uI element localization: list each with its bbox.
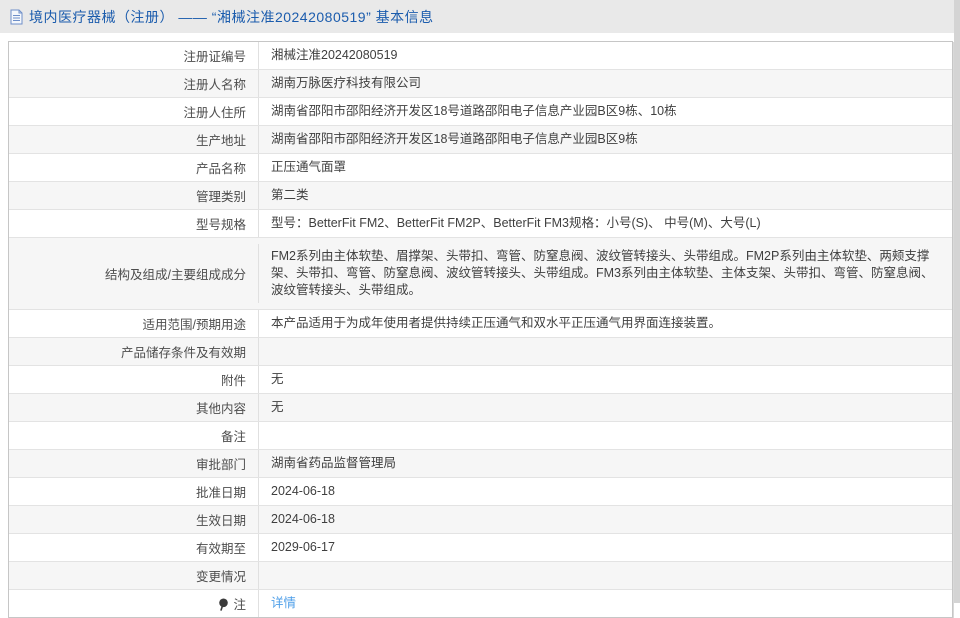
table-row: 有效期至 2029-06-17 — [9, 533, 952, 561]
registration-info-table: 注册证编号 湘械注准20242080519 注册人名称 湖南万脉医疗科技有限公司… — [8, 41, 953, 618]
row-label: 结构及组成/主要组成成分 — [9, 244, 259, 303]
row-value: FM2系列由主体软垫、眉撑架、头带扣、弯管、防窒息阀、波纹管转接头、头带组成。F… — [259, 244, 952, 303]
row-value: 正压通气面罩 — [271, 160, 347, 174]
table-row: 附件 无 — [9, 365, 952, 393]
row-label: 适用范围/预期用途 — [9, 310, 259, 337]
scrollbar-track[interactable] — [954, 0, 960, 603]
table-row-note: 注 详情 — [9, 589, 952, 617]
table-row: 注册人住所 湖南省邵阳市邵阳经济开发区18号道路邵阳电子信息产业园B区9栋、10… — [9, 97, 952, 125]
row-value — [259, 422, 952, 449]
table-row: 备注 — [9, 421, 952, 449]
table-row: 产品名称 正压通气面罩 — [9, 153, 952, 181]
row-label: 生产地址 — [9, 126, 259, 153]
table-row: 其他内容 无 — [9, 393, 952, 421]
row-value: 第二类 — [271, 188, 309, 202]
row-label: 有效期至 — [9, 534, 259, 561]
row-label: 型号规格 — [9, 210, 259, 237]
row-label: 变更情况 — [9, 562, 259, 589]
table-row: 型号规格 型号：BetterFit FM2、BetterFit FM2P、Bet… — [9, 209, 952, 237]
row-value-text: FM2系列由主体软垫、眉撑架、头带扣、弯管、防窒息阀、波纹管转接头、头带组成。F… — [271, 249, 934, 297]
table-row: 批准日期 2024-06-18 — [9, 477, 952, 505]
row-label: 注册人住所 — [9, 98, 259, 125]
table-row: 生产地址 湖南省邵阳市邵阳经济开发区18号道路邵阳电子信息产业园B区9栋 — [9, 125, 952, 153]
row-value: 无 — [271, 400, 284, 414]
row-label: 产品名称 — [9, 154, 259, 181]
row-value — [259, 562, 952, 589]
row-label-text: 注 — [233, 598, 246, 612]
pin-icon — [218, 598, 229, 611]
row-value: 2024-06-18 — [271, 484, 335, 498]
details-link[interactable]: 详情 — [271, 595, 296, 612]
row-value: 湖南省邵阳市邵阳经济开发区18号道路邵阳电子信息产业园B区9栋 — [271, 132, 638, 146]
row-label: 审批部门 — [9, 450, 259, 477]
table-row: 结构及组成/主要组成成分 FM2系列由主体软垫、眉撑架、头带扣、弯管、防窒息阀、… — [9, 237, 952, 309]
row-label: 注册人名称 — [9, 70, 259, 97]
row-value: 湖南省药品监督管理局 — [271, 456, 397, 470]
table-row: 产品储存条件及有效期 — [9, 337, 952, 365]
table-row: 审批部门 湖南省药品监督管理局 — [9, 449, 952, 477]
table-row: 注册人名称 湖南万脉医疗科技有限公司 — [9, 69, 952, 97]
table-row: 变更情况 — [9, 561, 952, 589]
row-value: 湖南省邵阳市邵阳经济开发区18号道路邵阳电子信息产业园B区9栋、10栋 — [271, 104, 677, 118]
row-value: 型号：BetterFit FM2、BetterFit FM2P、BetterFi… — [271, 216, 761, 230]
row-label: 其他内容 — [9, 394, 259, 421]
row-value: 无 — [271, 372, 284, 386]
row-value: 2024-06-18 — [271, 512, 335, 526]
row-label: 注册证编号 — [9, 42, 259, 69]
row-value: 2029-06-17 — [271, 540, 335, 554]
row-value: 本产品适用于为成年使用者提供持续正压通气和双水平正压通气用界面连接装置。 — [271, 316, 722, 330]
row-label: 备注 — [9, 422, 259, 449]
row-value — [259, 338, 952, 365]
table-row: 生效日期 2024-06-18 — [9, 505, 952, 533]
row-label: 注 — [9, 590, 259, 617]
row-label: 批准日期 — [9, 478, 259, 505]
table-row: 管理类别 第二类 — [9, 181, 952, 209]
table-row: 注册证编号 湘械注准20242080519 — [9, 42, 952, 69]
row-value: 详情 — [259, 590, 952, 617]
row-value: 湘械注准20242080519 — [271, 48, 398, 62]
row-label: 管理类别 — [9, 182, 259, 209]
row-label: 生效日期 — [9, 506, 259, 533]
row-value: 湖南万脉医疗科技有限公司 — [271, 76, 422, 90]
document-icon — [10, 9, 23, 25]
row-label: 产品储存条件及有效期 — [9, 338, 259, 365]
table-row: 适用范围/预期用途 本产品适用于为成年使用者提供持续正压通气和双水平正压通气用界… — [9, 309, 952, 337]
header-bar: 境内医疗器械（注册） —— “湘械注准20242080519” 基本信息 — [0, 0, 954, 33]
page-title: 境内医疗器械（注册） —— “湘械注准20242080519” 基本信息 — [29, 8, 434, 25]
row-label: 附件 — [9, 366, 259, 393]
